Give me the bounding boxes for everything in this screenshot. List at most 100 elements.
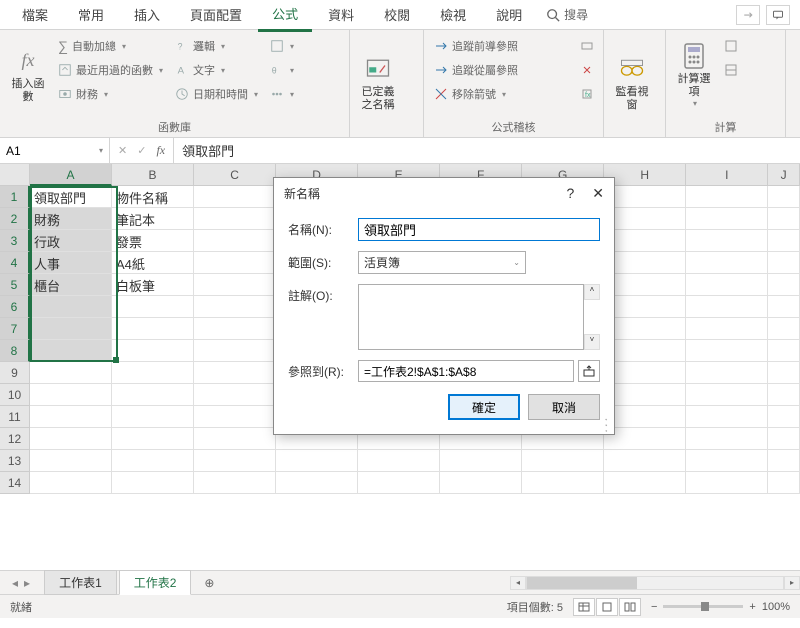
cell[interactable] [112, 384, 194, 406]
col-header-C[interactable]: C [194, 164, 276, 186]
cell[interactable] [30, 428, 112, 450]
col-header-J[interactable]: J [768, 164, 800, 186]
tab-view[interactable]: 檢視 [426, 0, 480, 30]
zoom-in-button[interactable]: + [749, 601, 755, 613]
cell[interactable] [194, 450, 276, 472]
scroll-thumb[interactable] [527, 577, 637, 589]
cell[interactable] [604, 362, 686, 384]
cell[interactable] [112, 340, 194, 362]
remove-arrows-button[interactable]: 移除箭號▾fx [430, 82, 597, 106]
cell[interactable]: 筆記本 [112, 208, 194, 230]
cell[interactable] [768, 428, 800, 450]
cell[interactable] [194, 230, 276, 252]
cell[interactable] [686, 318, 768, 340]
cell[interactable] [686, 384, 768, 406]
lookup-button[interactable]: ▾ [266, 34, 298, 58]
tab-file[interactable]: 檔案 [8, 0, 62, 30]
cell[interactable] [686, 428, 768, 450]
cell[interactable] [604, 208, 686, 230]
fx-icon[interactable]: fx [156, 143, 165, 158]
cell[interactable] [440, 450, 522, 472]
tab-review[interactable]: 校閱 [370, 0, 424, 30]
ribbon-search[interactable]: 搜尋 [546, 6, 588, 23]
cell[interactable] [686, 472, 768, 494]
range-picker-button[interactable] [578, 360, 600, 382]
cell[interactable] [194, 186, 276, 208]
cell[interactable] [686, 340, 768, 362]
cell[interactable] [768, 384, 800, 406]
cell[interactable] [194, 208, 276, 230]
cell[interactable] [604, 186, 686, 208]
cell[interactable]: 行政 [30, 230, 112, 252]
logical-button[interactable]: ?邏輯▾ [171, 34, 262, 58]
cell[interactable] [30, 340, 112, 362]
scroll-down-icon[interactable]: ˅ [584, 334, 600, 350]
name-box-input[interactable] [6, 144, 86, 158]
cell[interactable] [768, 296, 800, 318]
recent-functions-button[interactable]: 最近用過的函數▾ [54, 58, 167, 82]
cell[interactable] [768, 340, 800, 362]
cell[interactable]: A4紙 [112, 252, 194, 274]
comments-button[interactable] [766, 5, 790, 25]
cell[interactable] [112, 296, 194, 318]
horizontal-scrollbar[interactable]: ◂ ▸ [510, 575, 800, 591]
row-header[interactable]: 5 [0, 274, 30, 296]
cell[interactable] [604, 296, 686, 318]
comment-textarea[interactable] [358, 284, 584, 350]
cell[interactable] [768, 186, 800, 208]
cell[interactable] [768, 208, 800, 230]
row-header[interactable]: 13 [0, 450, 30, 472]
tab-page-layout[interactable]: 頁面配置 [176, 0, 256, 30]
cell[interactable] [112, 406, 194, 428]
cell[interactable]: 領取部門 [30, 186, 112, 208]
cell[interactable] [194, 472, 276, 494]
row-header[interactable]: 9 [0, 362, 30, 384]
name-input[interactable] [358, 218, 600, 241]
view-normal-button[interactable] [573, 598, 595, 616]
cell[interactable] [768, 252, 800, 274]
trace-dependents-button[interactable]: 追蹤從屬參照 [430, 58, 597, 82]
cell[interactable] [686, 208, 768, 230]
cell[interactable] [112, 362, 194, 384]
cell[interactable]: 櫃台 [30, 274, 112, 296]
cell[interactable] [686, 186, 768, 208]
cell[interactable] [112, 472, 194, 494]
row-header[interactable]: 3 [0, 230, 30, 252]
cell[interactable] [194, 428, 276, 450]
tab-help[interactable]: 說明 [482, 0, 536, 30]
view-page-layout-button[interactable] [596, 598, 618, 616]
col-header-I[interactable]: I [686, 164, 768, 186]
cell[interactable] [112, 428, 194, 450]
cell[interactable] [30, 362, 112, 384]
cell[interactable] [604, 384, 686, 406]
tab-insert[interactable]: 插入 [120, 0, 174, 30]
cell[interactable] [604, 472, 686, 494]
datetime-button[interactable]: 日期和時間▾ [171, 82, 262, 106]
text-button[interactable]: A文字▾ [171, 58, 262, 82]
name-box[interactable]: ▾ [0, 138, 110, 163]
col-header-H[interactable]: H [604, 164, 686, 186]
cell[interactable] [30, 296, 112, 318]
cell[interactable] [686, 450, 768, 472]
row-header[interactable]: 1 [0, 186, 30, 208]
cell[interactable] [112, 318, 194, 340]
cell[interactable]: 人事 [30, 252, 112, 274]
enter-icon[interactable]: ✓ [137, 144, 146, 157]
watch-window-button[interactable]: 監看視窗 [610, 34, 654, 133]
name-manager-button[interactable]: 已定義之名稱 [356, 34, 400, 133]
ok-button[interactable]: 確定 [448, 394, 520, 420]
cell[interactable] [276, 472, 358, 494]
add-sheet-button[interactable]: ⊕ [199, 573, 219, 593]
sheet-nav-prev-icon[interactable]: ◂ [12, 576, 18, 590]
cell[interactable] [768, 274, 800, 296]
row-header[interactable]: 14 [0, 472, 30, 494]
cell[interactable] [686, 230, 768, 252]
scope-select[interactable]: 活頁簿 ⌄ [358, 251, 526, 274]
financial-button[interactable]: 財務▾ [54, 82, 167, 106]
cell[interactable] [604, 340, 686, 362]
name-box-dropdown-icon[interactable]: ▾ [99, 146, 103, 155]
cell[interactable] [604, 450, 686, 472]
share-button[interactable] [736, 5, 760, 25]
row-header[interactable]: 8 [0, 340, 30, 362]
cell[interactable] [30, 384, 112, 406]
